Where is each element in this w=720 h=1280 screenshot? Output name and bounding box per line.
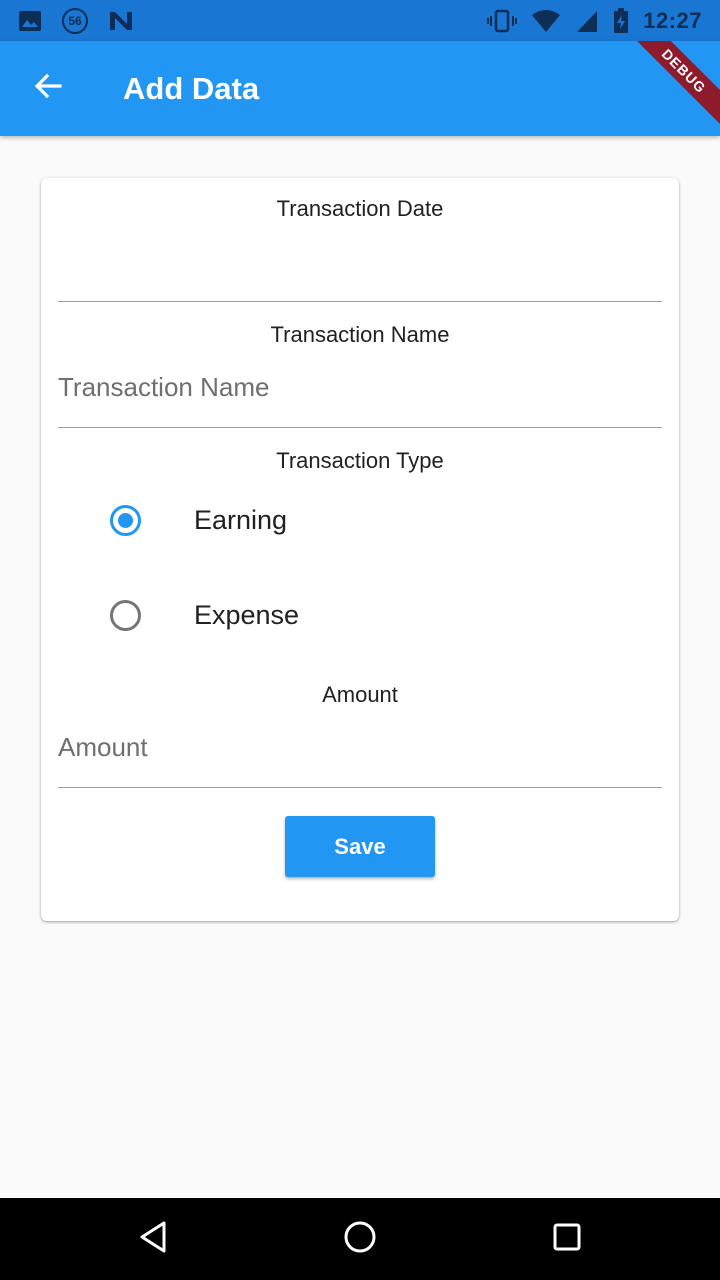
amount-input[interactable] [58,724,662,770]
signal-icon [575,9,599,33]
transaction-date-field[interactable] [58,252,662,302]
amount-field[interactable] [58,724,662,788]
status-left-icons: 56 [18,7,134,34]
form-card: Transaction Date Transaction Name Transa… [41,178,679,921]
page-title: Add Data [123,70,260,106]
nav-back-button[interactable] [103,1198,203,1280]
radio-earning-label: Earning [194,504,288,535]
nav-home-button[interactable] [310,1198,410,1280]
radio-option-earning[interactable]: Earning [41,490,679,550]
badge-56-icon: 56 [62,7,88,34]
radio-selected-dot [118,512,133,528]
radio-expense[interactable] [110,599,141,631]
amount-label: Amount [322,682,398,707]
radio-earning[interactable] [110,504,141,536]
back-button[interactable] [0,41,96,136]
back-triangle-icon [138,1220,168,1259]
radio-option-expense[interactable]: Expense [41,585,679,645]
transaction-date-input[interactable] [58,252,662,300]
vibrate-icon [487,9,518,33]
transaction-name-input[interactable] [58,364,662,410]
clock: 12:27 [643,7,702,33]
transaction-date-label: Transaction Date [276,196,444,221]
system-nav-bar [0,1198,720,1280]
arrow-back-icon [33,71,63,106]
wifi-icon [531,9,561,33]
radio-expense-label: Expense [194,599,300,630]
image-icon [18,10,42,32]
status-right-icons: 12:27 [487,7,702,34]
save-button[interactable]: Save [285,816,435,877]
n-icon [108,10,134,32]
app-bar: Add Data [0,41,720,136]
recents-square-icon [552,1222,582,1257]
home-circle-icon [343,1220,377,1259]
nav-recents-button[interactable] [517,1198,617,1280]
status-bar: 56 12:27 [0,0,720,41]
transaction-type-label: Transaction Type [276,448,444,473]
battery-charging-icon [613,7,629,34]
transaction-name-field[interactable] [58,364,662,428]
transaction-name-label: Transaction Name [270,322,450,347]
